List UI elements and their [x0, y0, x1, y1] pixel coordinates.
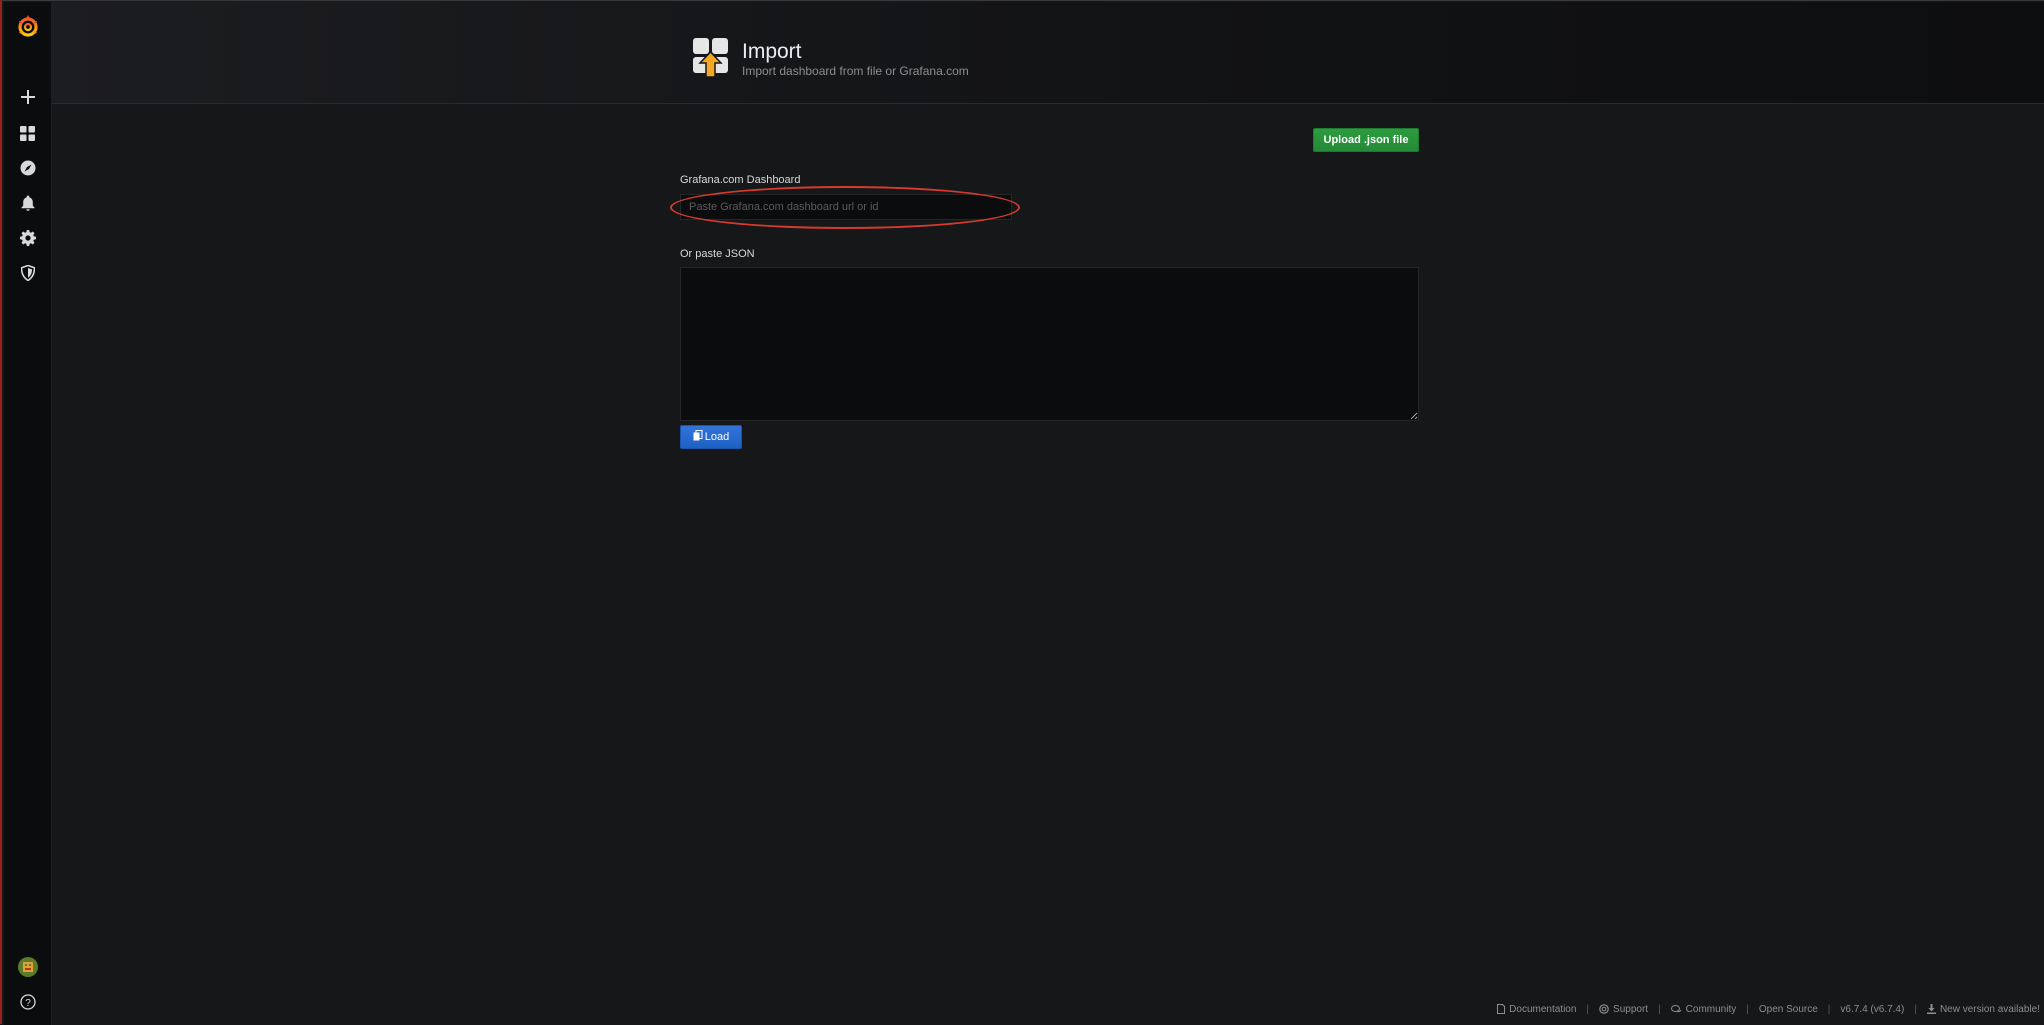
- page-header: Import Import dashboard from file or Gra…: [52, 2, 2044, 104]
- gear-icon[interactable]: [4, 221, 51, 255]
- paste-json-label: Or paste JSON: [680, 248, 755, 260]
- footer-divider: |: [1586, 1003, 1590, 1015]
- new-version-link[interactable]: New version available!: [1926, 1003, 2040, 1015]
- page-subtitle: Import dashboard from file or Grafana.co…: [742, 64, 969, 78]
- sidebar: ?: [4, 2, 52, 1025]
- bell-icon[interactable]: [4, 186, 51, 220]
- new-version-label: New version available!: [1939, 1003, 2040, 1015]
- community-link[interactable]: Community: [1670, 1003, 1737, 1015]
- upload-json-button[interactable]: Upload .json file: [1313, 128, 1419, 152]
- footer-divider: |: [1746, 1003, 1749, 1015]
- comments-icon: [1670, 1004, 1682, 1012]
- version-label: v6.7.4 (v6.7.4): [1840, 1003, 1905, 1015]
- documentation-label: Documentation: [1509, 1003, 1577, 1015]
- page-title: Import: [742, 40, 802, 63]
- footer-divider: |: [1827, 1003, 1831, 1015]
- version-text: v6.7.4 (v6.7.4): [1840, 1004, 1904, 1015]
- footer-divider: |: [1914, 1003, 1917, 1015]
- question-icon[interactable]: ?: [4, 985, 51, 1019]
- app-frame: ? Import Import dashboard from file or G…: [0, 0, 2044, 1025]
- load-button[interactable]: Load: [680, 425, 742, 449]
- load-button-label: Load: [704, 431, 730, 443]
- footer-divider: |: [1658, 1003, 1661, 1015]
- plus-icon[interactable]: [4, 80, 51, 114]
- shield-icon[interactable]: [4, 256, 51, 290]
- grafana-com-dashboard-input[interactable]: [680, 194, 1012, 220]
- open-source-label: Open Source: [1758, 1003, 1818, 1015]
- open-source-link[interactable]: Open Source: [1759, 1004, 1818, 1015]
- support-label: Support: [1613, 1003, 1649, 1015]
- dashboards-icon[interactable]: [4, 116, 51, 150]
- lifebuoy-icon: [1599, 1004, 1609, 1014]
- community-label: Community: [1685, 1003, 1737, 1015]
- svg-text:?: ?: [25, 998, 31, 1009]
- grafana-com-dashboard-label: Grafana.com Dashboard: [680, 174, 801, 186]
- avatar[interactable]: [4, 950, 51, 984]
- documentation-link[interactable]: Documentation: [1497, 1004, 1576, 1015]
- explore-icon[interactable]: [4, 151, 51, 185]
- download-icon: [1926, 1004, 1936, 1014]
- copy-icon: [693, 430, 703, 444]
- footer: Documentation | Support | Community | Op…: [1497, 1002, 2040, 1016]
- support-link[interactable]: Support: [1599, 1004, 1648, 1015]
- import-dashboard-icon: [691, 36, 731, 80]
- document-icon: [1497, 1004, 1506, 1014]
- grafana-logo-icon[interactable]: [4, 9, 51, 43]
- json-textarea[interactable]: [680, 267, 1419, 421]
